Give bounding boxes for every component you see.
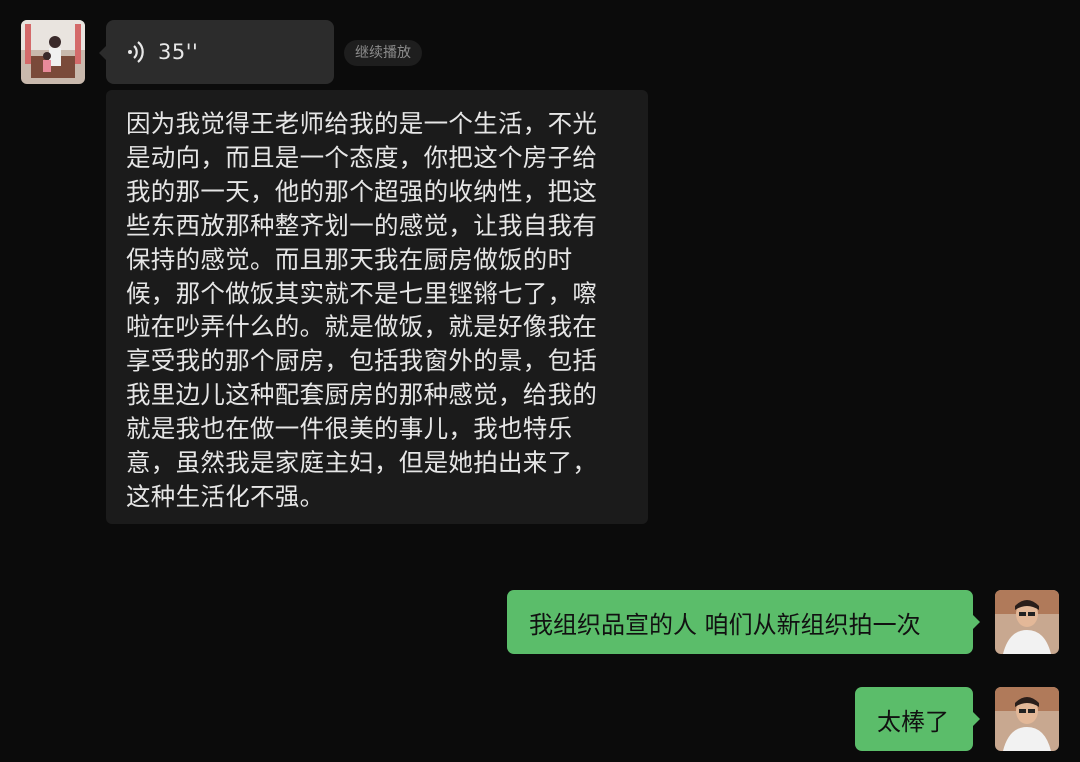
transcript-line: 我里边儿这种配套厨房的那种感觉，给我的 xyxy=(126,380,598,410)
outgoing-message-text: 太棒了 xyxy=(877,707,949,736)
outgoing-message-bubble[interactable]: 我组织品宣的人 咱们从新组织拍一次 xyxy=(507,590,980,654)
voice-message-bubble[interactable]: 35'' xyxy=(99,20,334,84)
transcript-line: 候，那个做饭其实就不是七里铿锵七了，嚓 xyxy=(126,278,598,308)
transcript-line: 享受我的那个厨房，包括我窗外的景，包括 xyxy=(126,346,598,376)
outgoing-message-text: 我组织品宣的人 咱们从新组织拍一次 xyxy=(529,610,921,639)
voice-wave-icon xyxy=(128,41,144,63)
self-avatar-image xyxy=(995,687,1059,751)
continue-play-button[interactable]: 继续播放 xyxy=(344,40,422,66)
transcript-line: 啦在吵弄什么的。就是做饭，就是好像我在 xyxy=(126,312,598,342)
self-avatar[interactable] xyxy=(995,687,1059,751)
transcript-line: 这种生活化不强。 xyxy=(126,481,325,511)
contact-avatar-image xyxy=(21,20,85,84)
transcript-line: 些东西放那种整齐划一的感觉，让我自我有 xyxy=(126,210,598,240)
self-avatar-image xyxy=(995,590,1059,654)
transcript-line: 意，虽然我是家庭主妇，但是她拍出来了， xyxy=(126,448,598,478)
transcript-line: 保持的感觉。而且那天我在厨房做饭的时 xyxy=(126,244,573,274)
transcript-line: 我的那一天，他的那个超强的收纳性，把这 xyxy=(126,176,598,206)
transcript-line: 是动向，而且是一个态度，你把这个房子给 xyxy=(126,142,598,172)
contact-avatar[interactable] xyxy=(21,20,85,84)
transcript-line: 因为我觉得王老师给我的是一个生活，不光 xyxy=(126,109,598,138)
outgoing-message-bubble[interactable]: 太棒了 xyxy=(855,687,980,751)
voice-transcript: 因为我觉得王老师给我的是一个生活，不光 是动向，而且是一个态度，你把这个房子给 … xyxy=(106,90,648,524)
self-avatar[interactable] xyxy=(995,590,1059,654)
transcript-line: 就是我也在做一件很美的事儿，我也特乐 xyxy=(126,414,573,444)
voice-duration: 35'' xyxy=(158,40,199,64)
